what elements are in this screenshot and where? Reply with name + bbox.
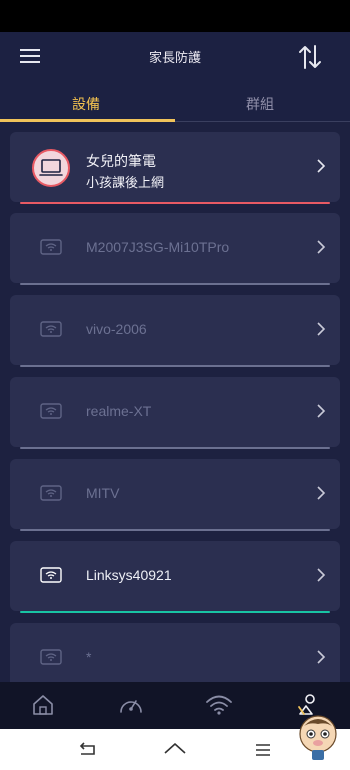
wifi-icon [40, 567, 62, 583]
chevron-right-icon [317, 568, 326, 582]
tab-devices[interactable]: 設備 [72, 94, 100, 114]
wifi-nav-icon [206, 695, 232, 715]
device-name: 女兒的筆電 [86, 153, 156, 169]
device-card[interactable]: vivo-2006 [10, 295, 340, 367]
recents-icon[interactable] [251, 739, 275, 761]
device-card[interactable]: 女兒的筆電 小孩課後上網 [10, 132, 340, 204]
chevron-right-icon [317, 486, 326, 500]
device-card[interactable]: M2007J3SG-Mi10TPro [10, 213, 340, 285]
speedometer-icon [120, 700, 142, 713]
wifi-icon [40, 485, 62, 501]
nav-home[interactable] [0, 682, 87, 729]
chevron-right-icon [317, 240, 326, 254]
laptop-icon [32, 149, 70, 187]
wifi-icon [40, 649, 62, 665]
card-status-bar [20, 529, 330, 531]
wifi-icon [40, 239, 62, 255]
chevron-right-icon [317, 404, 326, 418]
card-status-bar [20, 283, 330, 285]
status-bar [0, 0, 350, 32]
device-card[interactable]: MITV [10, 459, 340, 531]
chevron-right-icon [317, 159, 326, 173]
card-status-bar [20, 365, 330, 367]
home-sys-icon[interactable] [163, 739, 187, 761]
mascot-watermark [296, 712, 340, 762]
device-card[interactable]: Linksys40921 [10, 541, 340, 613]
tab-bar: 設備 群組 [0, 82, 350, 122]
device-card[interactable]: realme-XT [10, 377, 340, 449]
chevron-right-icon [317, 322, 326, 336]
nav-wifi[interactable] [175, 682, 262, 729]
device-name: * [86, 649, 92, 665]
device-name: Linksys40921 [86, 567, 172, 583]
device-subtitle: 小孩課後上網 [86, 175, 165, 190]
device-name: M2007J3SG-Mi10TPro [86, 239, 230, 255]
sort-icon[interactable] [298, 44, 322, 70]
wifi-icon [40, 321, 62, 337]
back-icon[interactable] [76, 739, 100, 761]
card-status-bar [20, 611, 330, 613]
card-status-bar [20, 447, 330, 449]
nav-speed[interactable] [87, 682, 174, 729]
wifi-icon [40, 403, 62, 419]
device-card[interactable]: * [10, 623, 340, 682]
device-name: vivo-2006 [86, 321, 147, 337]
card-status-bar [20, 202, 330, 204]
device-name: realme-XT [86, 403, 152, 419]
chevron-right-icon [317, 650, 326, 664]
tab-groups[interactable]: 群組 [246, 94, 274, 114]
device-name: MITV [86, 485, 120, 501]
home-icon [33, 695, 53, 715]
device-list[interactable]: 女兒的筆電 小孩課後上網 M2007J3SG-Mi10TPro vivo-200… [0, 122, 350, 682]
